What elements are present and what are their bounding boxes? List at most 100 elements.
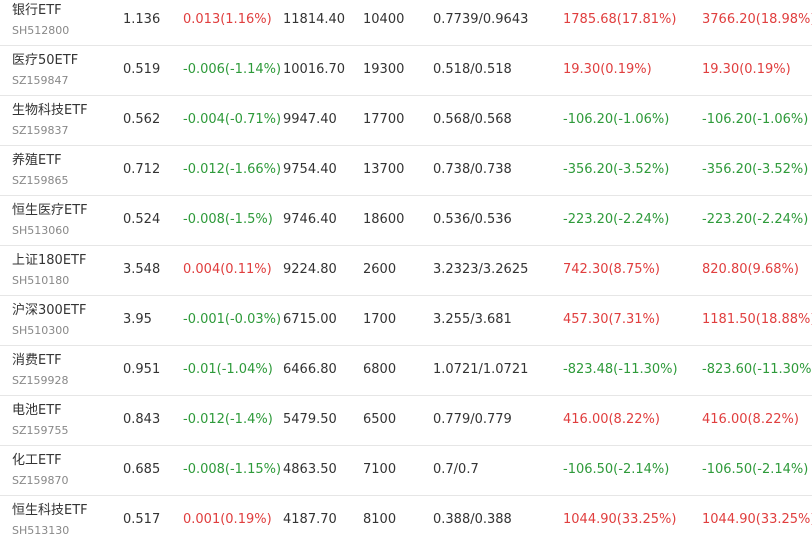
fund-code: SH512800 [12,24,70,37]
fund-code: SZ159870 [12,474,69,487]
fund-name-cell: 上证180ETF SH510180 [12,252,86,288]
market-value: 9746.40 [283,212,337,227]
total-profit: 3766.20(18.98%) [702,12,812,27]
fund-name-link[interactable]: 养殖ETF [12,152,69,170]
current-price: 3.548 [123,262,161,277]
market-value: 11814.40 [283,12,346,27]
price-change: 0.004(0.11%) [183,262,272,277]
position-profit: -223.20(-2.24%) [563,212,670,227]
price-change: -0.012(-1.4%) [183,412,273,427]
total-profit: 1044.90(33.25%) [702,512,812,527]
table-row[interactable]: 银行ETF SH512800 1.136 0.013(1.16%) 11814.… [0,0,812,46]
cost-price: 0.7739/0.9643 [433,12,529,27]
table-row[interactable]: 恒生科技ETF SH513130 0.517 0.001(0.19%) 4187… [0,496,812,546]
fund-name-link[interactable]: 生物科技ETF [12,102,88,120]
cost-price: 0.536/0.536 [433,212,512,227]
table-row[interactable]: 养殖ETF SZ159865 0.712 -0.012(-1.66%) 9754… [0,146,812,196]
price-change: -0.001(-0.03%) [183,312,282,327]
share-count: 6800 [363,362,397,377]
total-profit: 416.00(8.22%) [702,412,799,427]
table-row[interactable]: 消费ETF SZ159928 0.951 -0.01(-1.04%) 6466.… [0,346,812,396]
table-row[interactable]: 上证180ETF SH510180 3.548 0.004(0.11%) 922… [0,246,812,296]
total-profit: -106.50(-2.14%) [702,462,809,477]
position-profit: 19.30(0.19%) [563,62,652,77]
total-profit: 19.30(0.19%) [702,62,791,77]
share-count: 8100 [363,512,397,527]
price-change: 0.001(0.19%) [183,512,272,527]
total-profit: 1181.50(18.88%) [702,312,812,327]
share-count: 7100 [363,462,397,477]
fund-name-link[interactable]: 银行ETF [12,2,69,20]
current-price: 0.562 [123,112,161,127]
fund-name-cell: 消费ETF SZ159928 [12,352,69,388]
share-count: 13700 [363,162,405,177]
price-change: -0.01(-1.04%) [183,362,273,377]
fund-name-cell: 恒生科技ETF SH513130 [12,502,88,538]
current-price: 0.951 [123,362,161,377]
current-price: 0.843 [123,412,161,427]
price-change: -0.004(-0.71%) [183,112,282,127]
market-value: 10016.70 [283,62,346,77]
total-profit: -223.20(-2.24%) [702,212,809,227]
market-value: 4187.70 [283,512,337,527]
fund-name-cell: 恒生医疗ETF SH513060 [12,202,88,238]
table-row[interactable]: 医疗50ETF SZ159847 0.519 -0.006(-1.14%) 10… [0,46,812,96]
fund-name-link[interactable]: 消费ETF [12,352,69,370]
share-count: 19300 [363,62,405,77]
cost-price: 0.518/0.518 [433,62,512,77]
fund-name-link[interactable]: 医疗50ETF [12,52,78,70]
fund-name-link[interactable]: 电池ETF [12,402,69,420]
price-change: 0.013(1.16%) [183,12,272,27]
fund-code: SH510300 [12,324,70,337]
total-profit: 820.80(9.68%) [702,262,799,277]
position-profit: -823.48(-11.30%) [563,362,678,377]
table-row[interactable]: 沪深300ETF SH510300 3.95 -0.001(-0.03%) 67… [0,296,812,346]
fund-name-link[interactable]: 化工ETF [12,452,69,470]
position-profit: 1044.90(33.25%) [563,512,677,527]
price-change: -0.012(-1.66%) [183,162,282,177]
fund-name-cell: 沪深300ETF SH510300 [12,302,86,338]
fund-name-cell: 医疗50ETF SZ159847 [12,52,78,88]
cost-price: 3.255/3.681 [433,312,512,327]
fund-code: SZ159837 [12,124,69,137]
current-price: 3.95 [123,312,152,327]
cost-price: 0.7/0.7 [433,462,479,477]
position-profit: -106.50(-2.14%) [563,462,670,477]
position-profit: 457.30(7.31%) [563,312,660,327]
fund-name-link[interactable]: 恒生医疗ETF [12,202,88,220]
fund-name-cell: 银行ETF SH512800 [12,2,69,38]
table-row[interactable]: 化工ETF SZ159870 0.685 -0.008(-1.15%) 4863… [0,446,812,496]
fund-name-link[interactable]: 恒生科技ETF [12,502,88,520]
share-count: 2600 [363,262,397,277]
fund-code: SZ159755 [12,424,69,437]
fund-name-cell: 生物科技ETF SZ159837 [12,102,88,138]
share-count: 6500 [363,412,397,427]
current-price: 0.685 [123,462,161,477]
table-row[interactable]: 恒生医疗ETF SH513060 0.524 -0.008(-1.5%) 974… [0,196,812,246]
market-value: 6466.80 [283,362,337,377]
current-price: 0.517 [123,512,161,527]
share-count: 10400 [363,12,405,27]
fund-name-cell: 养殖ETF SZ159865 [12,152,69,188]
position-profit: 742.30(8.75%) [563,262,660,277]
price-change: -0.008(-1.5%) [183,212,273,227]
fund-code: SZ159865 [12,174,69,187]
table-row[interactable]: 电池ETF SZ159755 0.843 -0.012(-1.4%) 5479.… [0,396,812,446]
fund-name-link[interactable]: 沪深300ETF [12,302,86,320]
total-profit: -106.20(-1.06%) [702,112,809,127]
fund-code: SZ159928 [12,374,69,387]
fund-name-cell: 化工ETF SZ159870 [12,452,69,488]
cost-price: 0.388/0.388 [433,512,512,527]
position-profit: -356.20(-3.52%) [563,162,670,177]
cost-price: 0.738/0.738 [433,162,512,177]
share-count: 18600 [363,212,405,227]
cost-price: 0.779/0.779 [433,412,512,427]
share-count: 17700 [363,112,405,127]
fund-name-link[interactable]: 上证180ETF [12,252,86,270]
position-profit: 1785.68(17.81%) [563,12,677,27]
fund-code: SH513060 [12,224,70,237]
cost-price: 0.568/0.568 [433,112,512,127]
total-profit: -356.20(-3.52%) [702,162,809,177]
table-row[interactable]: 生物科技ETF SZ159837 0.562 -0.004(-0.71%) 99… [0,96,812,146]
market-value: 4863.50 [283,462,337,477]
